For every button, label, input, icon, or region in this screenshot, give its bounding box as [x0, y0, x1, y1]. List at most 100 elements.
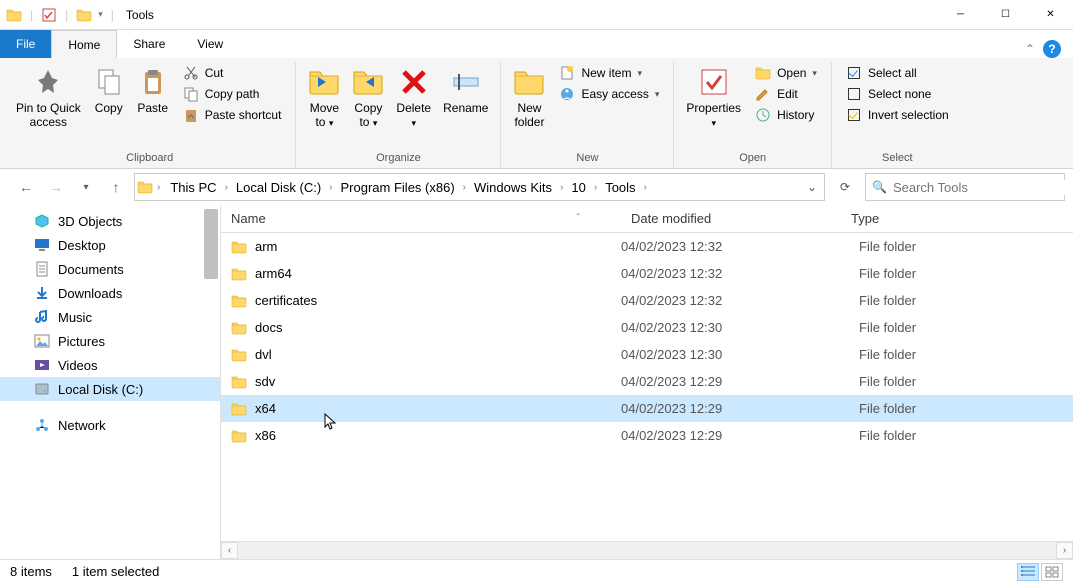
- copy-to-button[interactable]: Copy to ▾: [346, 62, 390, 134]
- up-button[interactable]: ↑: [104, 175, 128, 199]
- breadcrumb-segment[interactable]: Windows Kits: [468, 178, 558, 197]
- select-none-button[interactable]: Select none: [842, 85, 953, 103]
- paste-button[interactable]: Paste: [131, 62, 175, 120]
- column-header-name[interactable]: Nameˆ: [221, 207, 621, 230]
- qat-folder-icon[interactable]: [76, 7, 92, 23]
- folder-icon: [231, 347, 247, 363]
- chevron-right-icon[interactable]: ›: [223, 182, 230, 193]
- tab-file[interactable]: File: [0, 30, 51, 58]
- nav-item[interactable]: 3D Objects: [0, 209, 220, 233]
- invert-selection-button[interactable]: Invert selection: [842, 106, 953, 124]
- group-label-clipboard: Clipboard: [126, 150, 173, 168]
- search-input[interactable]: [893, 180, 1069, 195]
- invert-selection-icon: [846, 107, 862, 123]
- minimize-button[interactable]: ─: [938, 0, 983, 30]
- network-icon: [34, 417, 50, 433]
- chevron-right-icon[interactable]: ›: [642, 182, 649, 193]
- cut-button[interactable]: Cut: [179, 64, 286, 82]
- maximize-button[interactable]: ☐: [983, 0, 1028, 30]
- address-bar[interactable]: › This PC›Local Disk (C:)›Program Files …: [134, 173, 825, 201]
- file-row[interactable]: dvl04/02/2023 12:30File folder: [221, 341, 1073, 368]
- paste-shortcut-button[interactable]: Paste shortcut: [179, 106, 286, 124]
- file-row[interactable]: certificates04/02/2023 12:32File folder: [221, 287, 1073, 314]
- properties-button[interactable]: Properties▾: [680, 62, 747, 134]
- edit-button[interactable]: Edit: [751, 85, 821, 103]
- file-row[interactable]: x8604/02/2023 12:29File folder: [221, 422, 1073, 449]
- file-row[interactable]: arm04/02/2023 12:32File folder: [221, 233, 1073, 260]
- collapse-ribbon-icon[interactable]: ⌃: [1025, 42, 1035, 56]
- move-to-button[interactable]: Move to ▾: [302, 62, 346, 134]
- column-header-date[interactable]: Date modified: [621, 207, 841, 230]
- search-box[interactable]: 🔍: [865, 173, 1065, 201]
- file-list[interactable]: arm04/02/2023 12:32File folderarm6404/02…: [221, 233, 1073, 541]
- recent-locations-button[interactable]: ▾: [74, 175, 98, 199]
- group-label-organize: Organize: [376, 150, 421, 168]
- copy-path-button[interactable]: Copy path: [179, 85, 286, 103]
- breadcrumb-segment[interactable]: Local Disk (C:): [230, 178, 327, 197]
- scroll-right-button[interactable]: ›: [1056, 542, 1073, 559]
- chevron-right-icon[interactable]: ›: [155, 182, 162, 193]
- easy-access-icon: [559, 86, 575, 102]
- scissors-icon: [183, 65, 199, 81]
- file-row[interactable]: x6404/02/2023 12:29File folder: [221, 395, 1073, 422]
- nav-scrollbar-thumb[interactable]: [204, 209, 218, 279]
- back-button[interactable]: ←: [14, 175, 38, 199]
- nav-item[interactable]: Music: [0, 305, 220, 329]
- app-icon: [6, 7, 22, 23]
- breadcrumb-segment[interactable]: 10: [565, 178, 591, 197]
- breadcrumb-segment[interactable]: Program Files (x86): [335, 178, 461, 197]
- column-header-type[interactable]: Type: [841, 207, 1001, 230]
- rename-button[interactable]: Rename: [437, 62, 494, 120]
- select-all-button[interactable]: Select all: [842, 64, 953, 82]
- pin-to-quick-access-button[interactable]: Pin to Quick access: [10, 62, 87, 134]
- address-dropdown-icon[interactable]: ⌄: [802, 180, 822, 194]
- file-name: certificates: [255, 293, 317, 308]
- breadcrumb-segment[interactable]: This PC: [164, 178, 222, 197]
- nav-item[interactable]: Desktop: [0, 233, 220, 257]
- history-button[interactable]: History: [751, 106, 821, 124]
- new-item-icon: [559, 65, 575, 81]
- file-row[interactable]: arm6404/02/2023 12:32File folder: [221, 260, 1073, 287]
- help-icon[interactable]: ?: [1043, 40, 1061, 58]
- new-item-button[interactable]: New item ▾: [555, 64, 663, 82]
- select-none-icon: [846, 86, 862, 102]
- nav-item[interactable]: Videos: [0, 353, 220, 377]
- nav-item-label: 3D Objects: [58, 214, 122, 229]
- open-button[interactable]: Open ▾: [751, 64, 821, 82]
- select-all-icon: [846, 65, 862, 81]
- breadcrumb-segment[interactable]: Tools: [599, 178, 641, 197]
- navigation-pane[interactable]: 3D Objects DesktopDocumentsDownloadsMusic…: [0, 205, 220, 559]
- column-header-row: Nameˆ Date modified Type: [221, 205, 1073, 233]
- file-date: 04/02/2023 12:29: [621, 374, 841, 389]
- chevron-right-icon[interactable]: ›: [558, 182, 565, 193]
- forward-button[interactable]: →: [44, 175, 68, 199]
- chevron-right-icon[interactable]: ›: [327, 182, 334, 193]
- file-row[interactable]: sdv04/02/2023 12:29File folder: [221, 368, 1073, 395]
- horizontal-scrollbar[interactable]: ‹ ›: [221, 541, 1073, 559]
- pin-icon: [32, 66, 64, 98]
- new-folder-button[interactable]: New folder: [507, 62, 551, 134]
- nav-item[interactable]: Downloads: [0, 281, 220, 305]
- large-icons-view-button[interactable]: [1041, 563, 1063, 581]
- tab-view[interactable]: View: [181, 30, 239, 58]
- chevron-right-icon[interactable]: ›: [592, 182, 599, 193]
- nav-item[interactable]: Network: [0, 413, 220, 437]
- videos-icon: [34, 357, 50, 373]
- chevron-right-icon[interactable]: ›: [461, 182, 468, 193]
- file-row[interactable]: docs04/02/2023 12:30File folder: [221, 314, 1073, 341]
- nav-item[interactable]: Pictures: [0, 329, 220, 353]
- nav-item[interactable]: Documents: [0, 257, 220, 281]
- tab-home[interactable]: Home: [51, 30, 117, 58]
- nav-item[interactable]: Local Disk (C:): [0, 377, 220, 401]
- qat-properties-icon[interactable]: [41, 7, 57, 23]
- scroll-left-button[interactable]: ‹: [221, 542, 238, 559]
- copy-button[interactable]: Copy: [87, 62, 131, 120]
- details-view-button[interactable]: [1017, 563, 1039, 581]
- refresh-button[interactable]: ⟳: [831, 173, 859, 201]
- status-selection: 1 item selected: [72, 564, 159, 579]
- easy-access-button[interactable]: Easy access ▾: [555, 85, 663, 103]
- tab-share[interactable]: Share: [117, 30, 181, 58]
- close-button[interactable]: ✕: [1028, 0, 1073, 30]
- file-type: File folder: [841, 374, 1001, 389]
- delete-button[interactable]: Delete▾: [390, 62, 437, 134]
